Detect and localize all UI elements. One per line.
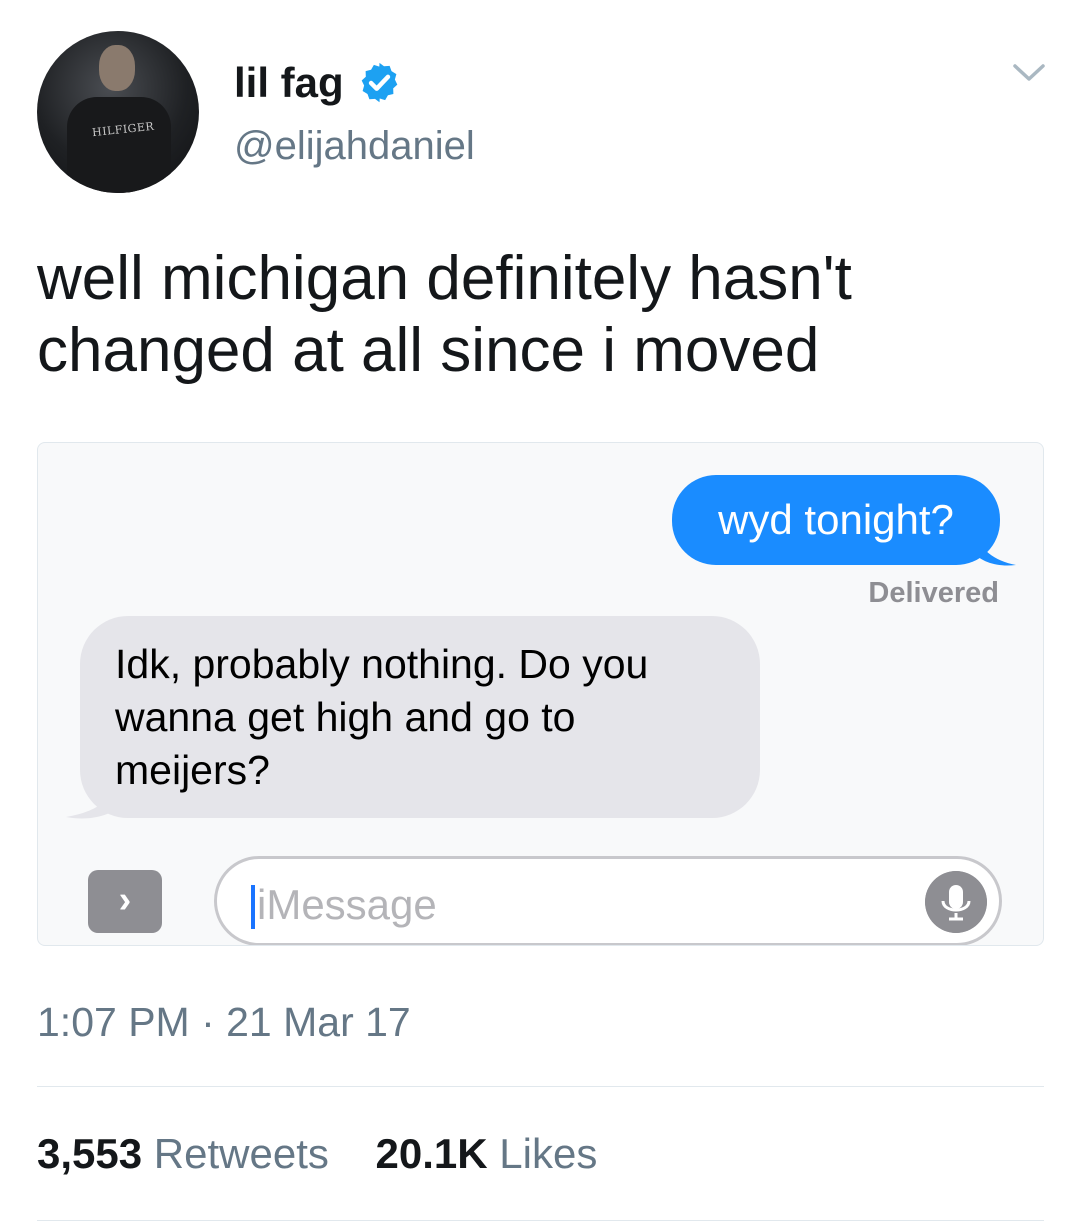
likes-label: Likes: [499, 1130, 598, 1177]
divider-bottom: [37, 1220, 1044, 1221]
sent-bubble-tail: [972, 531, 1016, 566]
delivered-status: Delivered: [868, 577, 999, 609]
avatar-shirt: [67, 97, 171, 193]
tweet-timestamp[interactable]: 1:07 PM · 21 Mar 17: [37, 998, 411, 1046]
text-cursor: [251, 885, 255, 929]
apps-expand-button[interactable]: ›: [88, 870, 162, 933]
user-handle[interactable]: @elijahdaniel: [234, 122, 475, 170]
likes-count: 20.1K: [375, 1130, 488, 1177]
display-name[interactable]: lil fag: [234, 58, 344, 108]
tweet-text: well michigan definitely hasn't changed …: [37, 244, 852, 385]
chevron-down-icon[interactable]: [1012, 62, 1046, 84]
input-placeholder: iMessage: [257, 881, 437, 928]
retweets-stat[interactable]: 3,553 Retweets: [37, 1130, 329, 1177]
likes-stat[interactable]: 20.1K Likes: [376, 1130, 598, 1177]
engagement-stats: 3,553 Retweets 20.1K Likes: [37, 1130, 597, 1178]
avatar[interactable]: HILFIGER: [37, 31, 199, 193]
verified-badge-icon: [361, 62, 398, 103]
sent-message-bubble: wyd tonight?: [672, 475, 1000, 565]
divider: [37, 1086, 1044, 1087]
retweets-count: 3,553: [37, 1130, 143, 1177]
microphone-icon[interactable]: [925, 871, 987, 933]
imessage-input[interactable]: iMessage: [214, 856, 1002, 945]
avatar-head: [99, 45, 135, 91]
tweet-media-image[interactable]: wyd tonight? Delivered Idk, probably not…: [37, 442, 1044, 946]
received-message-bubble: Idk, probably nothing. Do you wanna get …: [80, 616, 760, 818]
retweets-label: Retweets: [153, 1130, 329, 1177]
